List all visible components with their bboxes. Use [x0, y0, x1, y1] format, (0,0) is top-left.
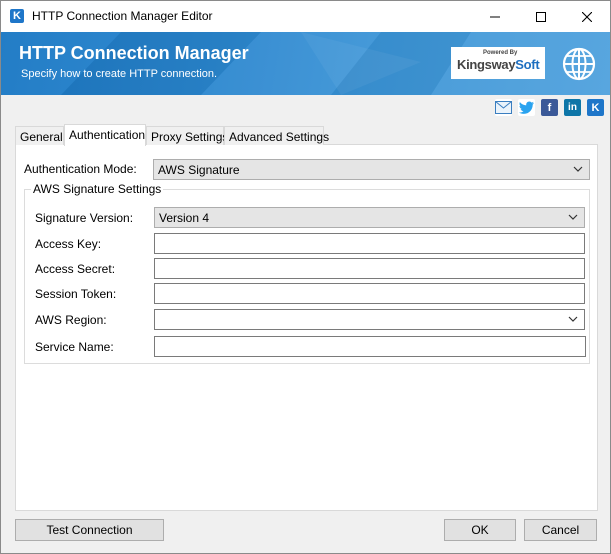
session-token-field[interactable] [154, 283, 585, 304]
chevron-down-icon [568, 214, 578, 220]
email-icon[interactable] [495, 99, 512, 116]
window-title: HTTP Connection Manager Editor [32, 9, 213, 23]
maximize-button[interactable] [518, 1, 564, 32]
kingswaysoft-logo: Powered By KingswaySoft [451, 47, 545, 79]
title-bar[interactable]: K HTTP Connection Manager Editor [1, 1, 610, 32]
signature-version-label: Signature Version: [35, 211, 134, 225]
access-secret-field[interactable] [154, 258, 585, 279]
ok-button[interactable]: OK [444, 519, 516, 541]
minimize-button[interactable] [472, 1, 518, 32]
logo-wordmark: KingswaySoft [457, 57, 540, 72]
tab-proxy-settings[interactable]: Proxy Settings [146, 126, 228, 145]
minimize-icon [490, 16, 500, 17]
tab-authentication[interactable]: Authentication [64, 124, 146, 146]
kingswaysoft-icon[interactable]: K [587, 99, 604, 116]
access-key-field[interactable] [154, 233, 585, 254]
kingswaysoft-app-icon: K [10, 9, 24, 23]
banner-subtitle: Specify how to create HTTP connection. [21, 68, 218, 80]
tab-advanced-settings[interactable]: Advanced Settings [224, 126, 329, 145]
close-icon [582, 11, 592, 22]
service-name-field[interactable] [154, 336, 586, 357]
session-token-label: Session Token: [35, 287, 117, 301]
tab-general[interactable]: General [15, 126, 64, 145]
authentication-mode-value: AWS Signature [158, 163, 240, 177]
chevron-down-icon [568, 316, 578, 322]
signature-version-select[interactable]: Version 4 [154, 207, 585, 228]
cancel-button[interactable]: Cancel [524, 519, 597, 541]
facebook-icon[interactable]: f [541, 99, 558, 116]
logo-powered-by: Powered By [483, 50, 518, 56]
chevron-down-icon [573, 166, 583, 172]
linkedin-icon[interactable]: in [564, 99, 581, 116]
authentication-mode-select[interactable]: AWS Signature [153, 159, 590, 180]
banner-title: HTTP Connection Manager [19, 43, 249, 63]
twitter-icon[interactable] [518, 99, 535, 116]
access-key-label: Access Key: [35, 237, 102, 251]
test-connection-button[interactable]: Test Connection [15, 519, 164, 541]
aws-region-label: AWS Region: [35, 313, 107, 327]
editor-window: K HTTP Connection Manager Editor HTTP Co… [0, 0, 611, 554]
authentication-mode-label: Authentication Mode: [24, 162, 137, 176]
aws-region-select[interactable] [154, 309, 585, 330]
aws-signature-settings-title: AWS Signature Settings [31, 182, 164, 196]
access-secret-label: Access Secret: [35, 262, 116, 276]
maximize-icon [536, 11, 546, 22]
service-name-label: Service Name: [35, 340, 114, 354]
header-banner: HTTP Connection Manager Specify how to c… [1, 32, 610, 95]
globe-icon [562, 47, 596, 81]
close-button[interactable] [564, 1, 610, 32]
signature-version-value: Version 4 [159, 211, 210, 225]
